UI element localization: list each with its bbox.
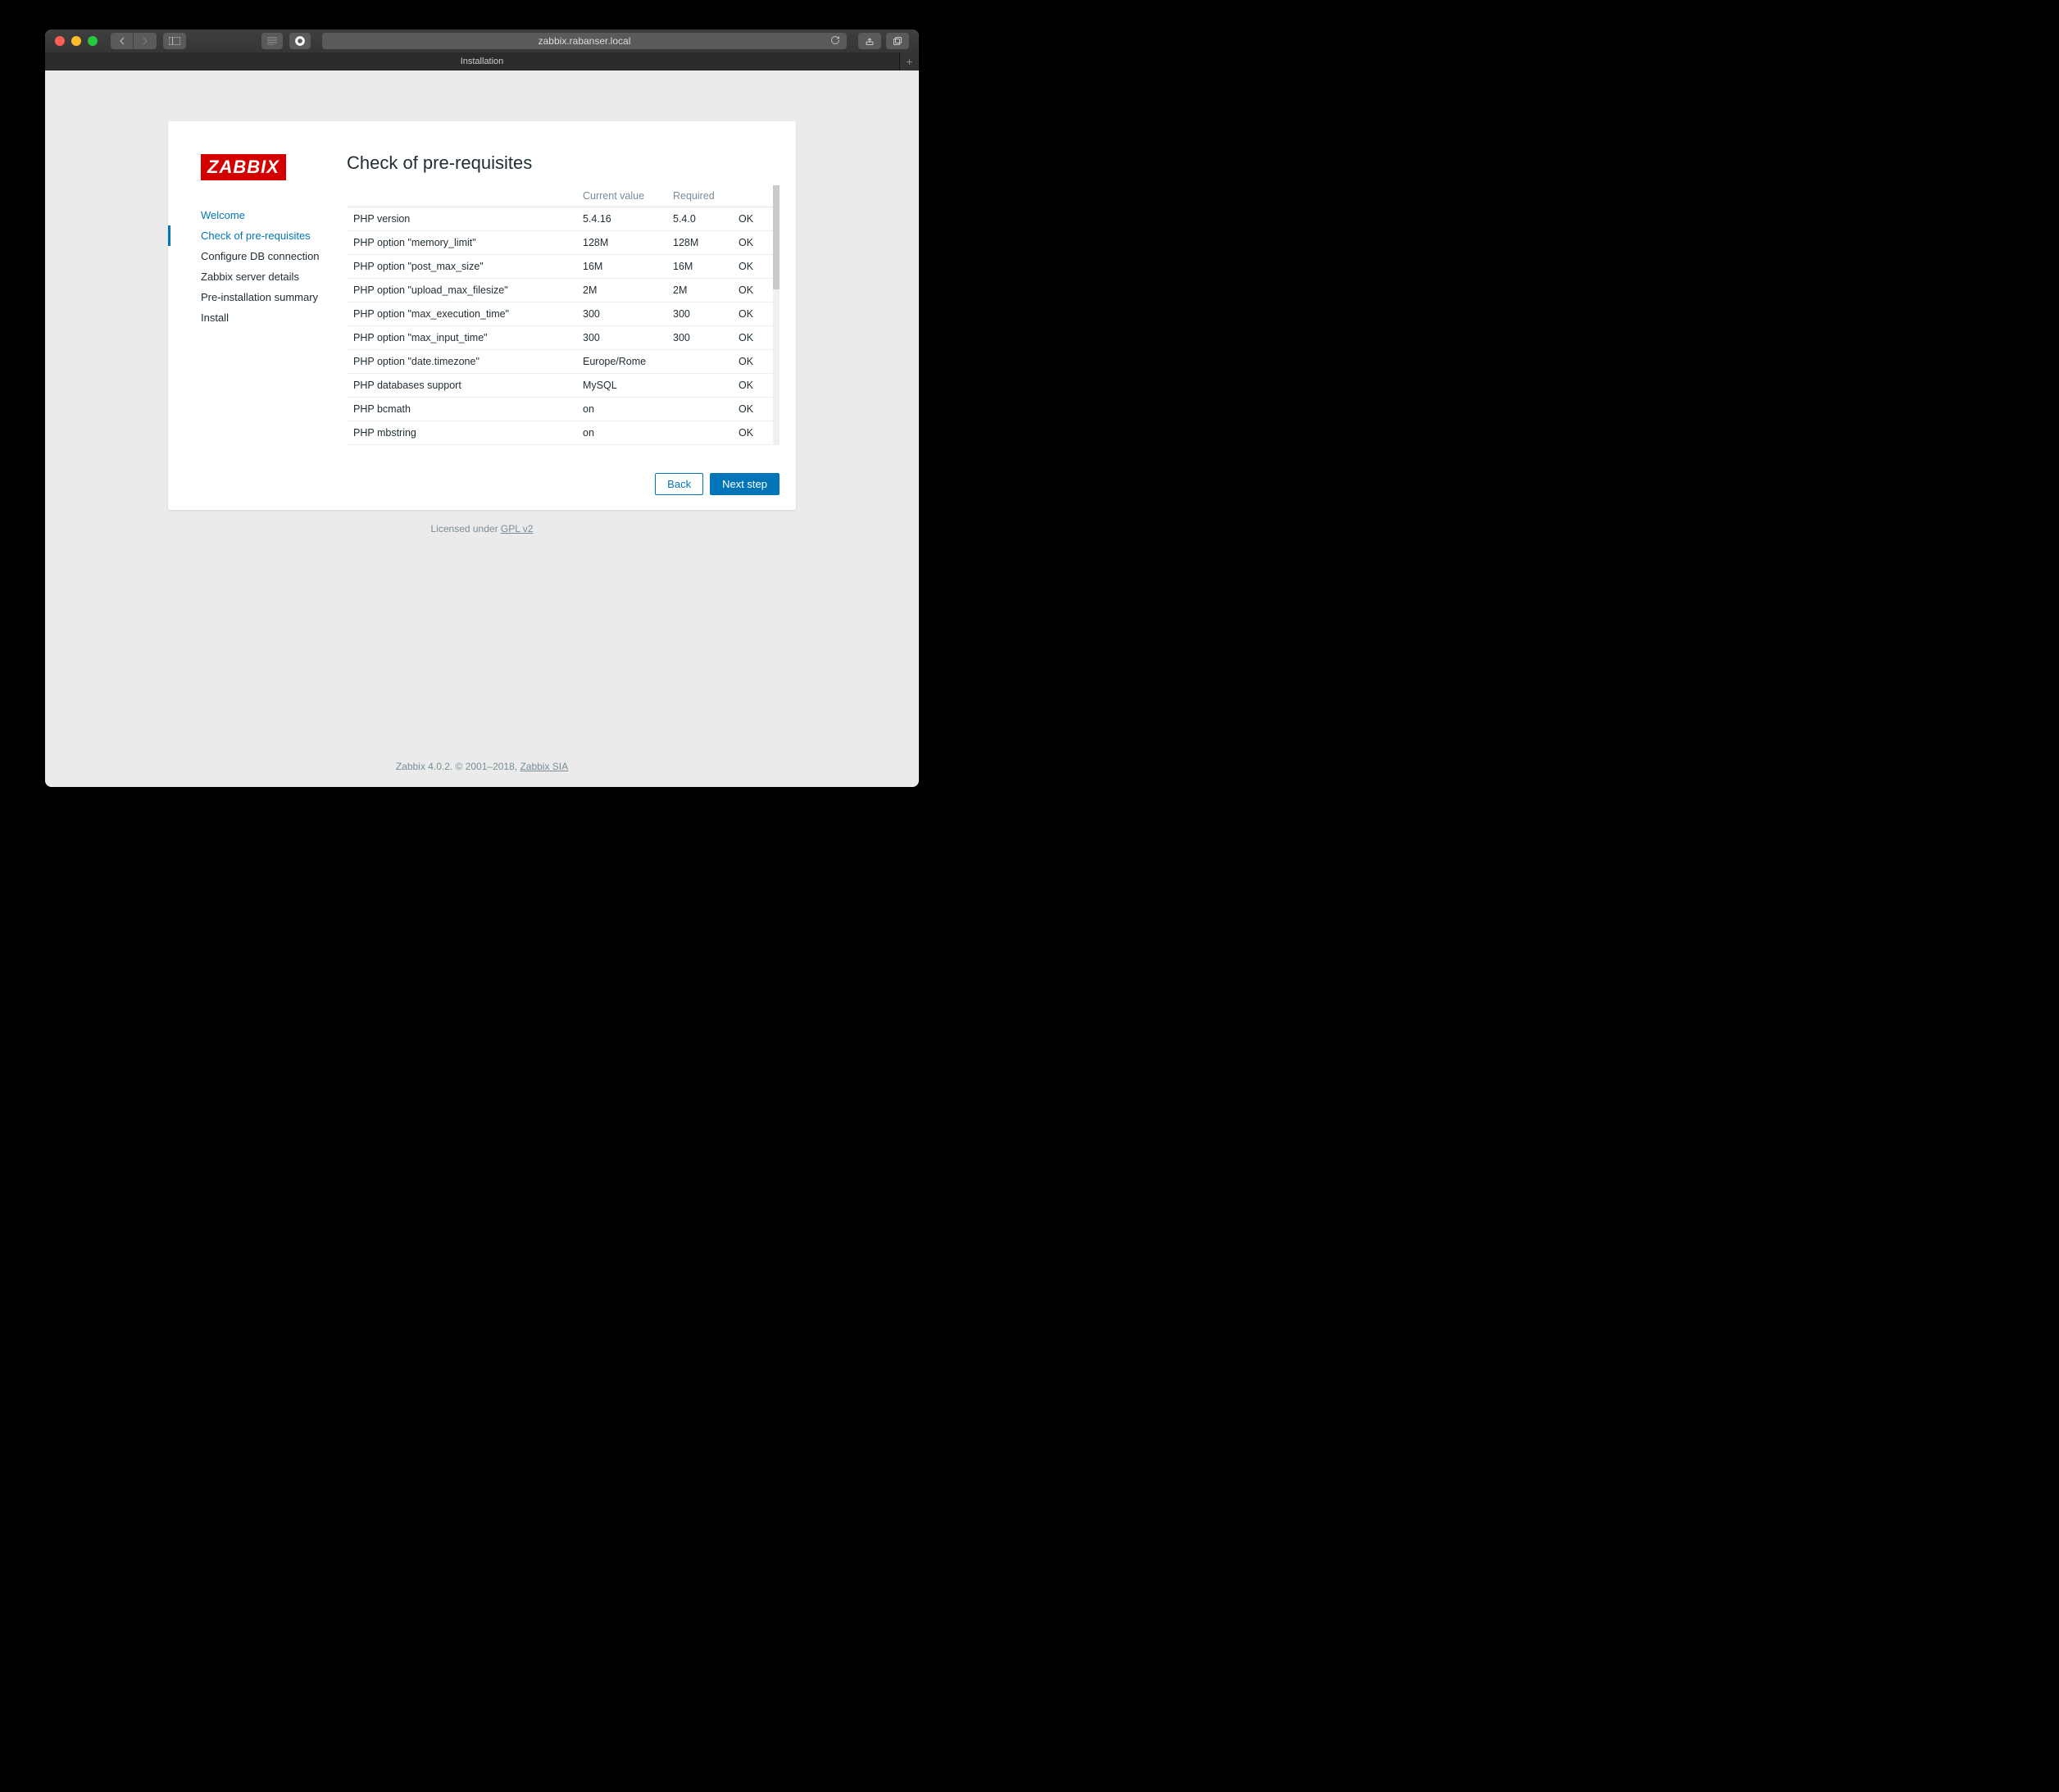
table-row: PHP option "post_max_size"16M16MOK xyxy=(347,255,780,279)
table-row: PHP option "max_input_time"300300OK xyxy=(347,326,780,350)
back-button[interactable]: Back xyxy=(655,473,703,495)
new-tab-button[interactable]: + xyxy=(899,52,919,70)
cell-current: 16M xyxy=(576,255,666,279)
setup-card: ZABBIX WelcomeCheck of pre-requisitesCon… xyxy=(168,121,796,510)
table-row: PHP bcmathonOK xyxy=(347,398,780,421)
cell-name: PHP mbstring xyxy=(347,421,576,445)
url-text: zabbix.rabanser.local xyxy=(539,35,631,47)
scrollbar-thumb[interactable] xyxy=(773,185,780,289)
prereq-table: Current value Required PHP version5.4.16… xyxy=(347,185,780,445)
close-window-icon[interactable] xyxy=(55,36,65,46)
url-bar[interactable]: zabbix.rabanser.local xyxy=(322,33,847,49)
reader-button[interactable] xyxy=(261,33,283,49)
forward-nav-button[interactable] xyxy=(134,33,157,49)
titlebar: zabbix.rabanser.local xyxy=(45,30,919,52)
nav-buttons xyxy=(111,33,157,49)
setup-step[interactable]: Configure DB connection xyxy=(168,246,332,266)
setup-sidebar: ZABBIX WelcomeCheck of pre-requisitesCon… xyxy=(168,121,332,510)
maximize-window-icon[interactable] xyxy=(88,36,98,46)
cell-current: 300 xyxy=(576,302,666,326)
setup-step[interactable]: Check of pre-requisites xyxy=(168,225,332,246)
col-name xyxy=(347,185,576,207)
cell-name: PHP option "upload_max_filesize" xyxy=(347,279,576,302)
cell-current: Europe/Rome xyxy=(576,350,666,374)
cell-current: on xyxy=(576,421,666,445)
setup-step[interactable]: Pre-installation summary xyxy=(168,287,332,307)
table-row: PHP mbstringonOK xyxy=(347,421,780,445)
footer-link[interactable]: Zabbix SIA xyxy=(520,761,568,772)
cell-current: 5.4.16 xyxy=(576,207,666,231)
cell-required xyxy=(666,374,732,398)
cell-required xyxy=(666,421,732,445)
license-line: Licensed under GPL v2 xyxy=(45,523,919,534)
setup-step[interactable]: Zabbix server details xyxy=(168,266,332,287)
table-row: PHP option "max_execution_time"300300OK xyxy=(347,302,780,326)
wizard-buttons: Back Next step xyxy=(655,473,780,495)
cell-name: PHP databases support xyxy=(347,374,576,398)
cell-current: 128M xyxy=(576,231,666,255)
cell-name: PHP option "max_input_time" xyxy=(347,326,576,350)
cell-current: MySQL xyxy=(576,374,666,398)
back-nav-button[interactable] xyxy=(111,33,134,49)
window-controls xyxy=(55,36,98,46)
sidebar-toggle-button[interactable] xyxy=(163,33,186,49)
cell-required xyxy=(666,350,732,374)
setup-main: Check of pre-requisites Current value Re… xyxy=(332,121,796,510)
license-link[interactable]: GPL v2 xyxy=(501,523,534,534)
cell-current: 300 xyxy=(576,326,666,350)
page-heading: Check of pre-requisites xyxy=(347,152,780,174)
table-row: PHP option "date.timezone"Europe/RomeOK xyxy=(347,350,780,374)
tab-bar: Installation + xyxy=(45,52,919,70)
browser-window: zabbix.rabanser.local Installation + ZAB… xyxy=(45,30,919,787)
cell-current: on xyxy=(576,398,666,421)
table-row: PHP databases supportMySQLOK xyxy=(347,374,780,398)
cell-required: 2M xyxy=(666,279,732,302)
cell-name: PHP option "max_execution_time" xyxy=(347,302,576,326)
table-row: PHP option "memory_limit"128M128MOK xyxy=(347,231,780,255)
cell-name: PHP option "post_max_size" xyxy=(347,255,576,279)
setup-steps-list: WelcomeCheck of pre-requisitesConfigure … xyxy=(168,205,332,328)
cell-required: 16M xyxy=(666,255,732,279)
scrollbar-track[interactable] xyxy=(773,185,780,445)
cell-current: 2M xyxy=(576,279,666,302)
cell-required: 300 xyxy=(666,326,732,350)
zabbix-logo: ZABBIX xyxy=(201,154,286,180)
minimize-window-icon[interactable] xyxy=(71,36,81,46)
table-row: PHP option "upload_max_filesize"2M2MOK xyxy=(347,279,780,302)
cell-name: PHP version xyxy=(347,207,576,231)
cell-required: 5.4.0 xyxy=(666,207,732,231)
cell-required: 300 xyxy=(666,302,732,326)
cell-required: 128M xyxy=(666,231,732,255)
tabs-button[interactable] xyxy=(886,33,909,49)
cell-name: PHP option "memory_limit" xyxy=(347,231,576,255)
reload-icon[interactable] xyxy=(830,35,840,48)
tab-title[interactable]: Installation xyxy=(461,57,504,66)
next-step-button[interactable]: Next step xyxy=(710,473,780,495)
license-prefix: Licensed under xyxy=(431,523,501,534)
setup-step[interactable]: Welcome xyxy=(168,205,332,225)
share-button[interactable] xyxy=(858,33,881,49)
footer-text: Zabbix 4.0.2. © 2001–2018, xyxy=(396,761,520,772)
setup-step[interactable]: Install xyxy=(168,307,332,328)
col-required: Required xyxy=(666,185,732,207)
prereq-table-wrap: Current value Required PHP version5.4.16… xyxy=(347,185,780,445)
shield-button[interactable] xyxy=(289,33,311,49)
col-current: Current value xyxy=(576,185,666,207)
table-row: PHP version5.4.165.4.0OK xyxy=(347,207,780,231)
cell-name: PHP bcmath xyxy=(347,398,576,421)
cell-name: PHP option "date.timezone" xyxy=(347,350,576,374)
cell-required xyxy=(666,398,732,421)
page-viewport: ZABBIX WelcomeCheck of pre-requisitesCon… xyxy=(45,70,919,787)
footer-line: Zabbix 4.0.2. © 2001–2018, Zabbix SIA xyxy=(45,761,919,772)
